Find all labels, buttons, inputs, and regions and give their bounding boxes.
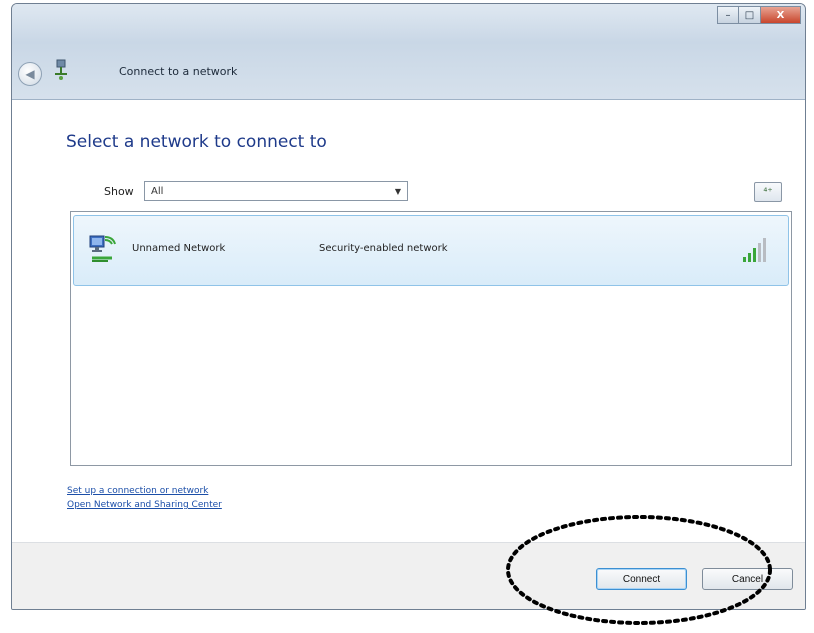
back-button[interactable]: ◀: [18, 62, 42, 86]
window-title: Connect to a network: [119, 65, 238, 78]
window-controls: – □ X: [717, 6, 801, 24]
maximize-button[interactable]: □: [739, 6, 761, 24]
network-connection-icon: [55, 59, 67, 80]
signal-strength-icon: [743, 238, 766, 262]
show-filter-value: All: [151, 185, 164, 197]
network-name: Unnamed Network: [132, 243, 226, 254]
highlight-ellipse: [506, 515, 772, 625]
show-label: Show: [104, 185, 134, 198]
network-list-item[interactable]: Unnamed Network Security-enabled network: [73, 215, 789, 286]
close-button[interactable]: X: [761, 6, 801, 24]
network-icon: [89, 235, 116, 262]
network-security: Security-enabled network: [319, 243, 448, 254]
refresh-icon: ⁴⁺: [763, 186, 773, 198]
chevron-down-icon: ▼: [394, 186, 402, 196]
network-list[interactable]: Unnamed Network Security-enabled network: [70, 211, 792, 466]
page-heading: Select a network to connect to: [66, 132, 327, 152]
content-area: Select a network to connect to Show All …: [12, 100, 805, 542]
title-bar: – □ X ◀ Connect to a network: [12, 4, 805, 100]
show-filter-dropdown[interactable]: All ▼: [144, 181, 408, 201]
network-sharing-center-link[interactable]: Open Network and Sharing Center: [67, 500, 222, 510]
refresh-button[interactable]: ⁴⁺: [754, 182, 782, 202]
setup-connection-link[interactable]: Set up a connection or network: [67, 486, 208, 496]
minimize-button[interactable]: –: [717, 6, 739, 24]
